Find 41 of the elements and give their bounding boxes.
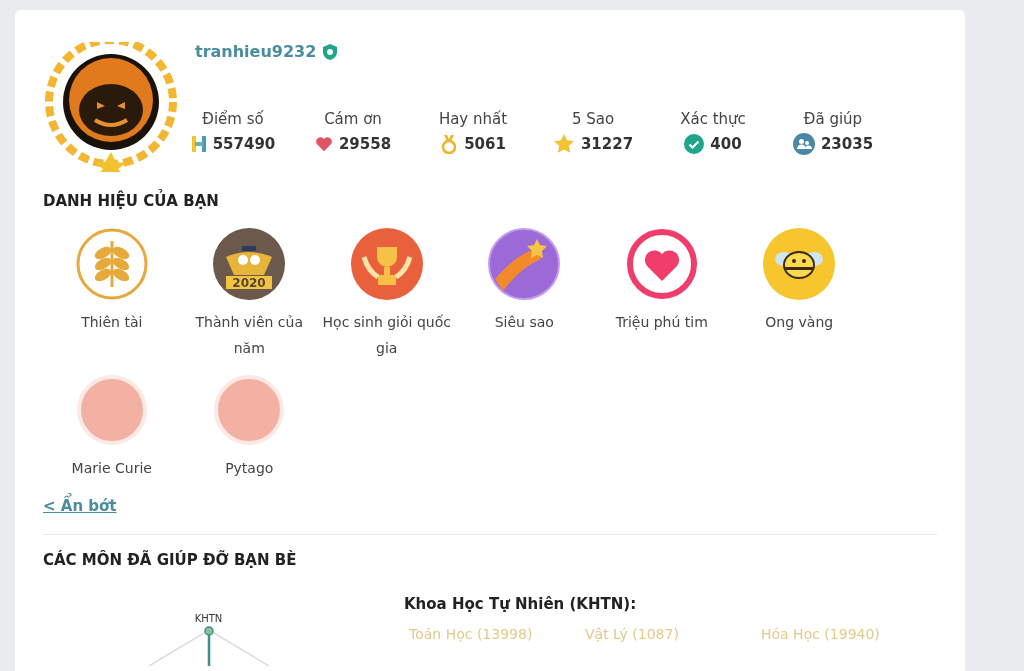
stat-value: 31227	[580, 133, 634, 155]
check-circle-icon	[684, 133, 705, 154]
username-link[interactable]: tranhieu9232	[195, 40, 317, 64]
stat-value: 557490	[212, 133, 276, 155]
stat-label: 5 Sao	[571, 109, 615, 130]
wheat-badge-icon	[74, 226, 149, 301]
section-heading: CÁC MÔN ĐÃ GIÚP ĐỠ BẠN BÈ	[43, 549, 298, 571]
stat-value: 5061	[464, 133, 506, 155]
stat-value: 400	[710, 133, 742, 155]
bee-badge-icon	[762, 226, 837, 301]
trophy-badge-icon	[349, 226, 424, 301]
people-icon	[792, 132, 815, 155]
badge-label: Triệu phú tim	[614, 312, 709, 332]
badge-label: Thiên tài	[80, 312, 144, 332]
tree-node-label: KHTN	[194, 612, 223, 626]
h-letter-icon	[190, 134, 207, 153]
subject-link[interactable]: Vật Lý (1087)	[585, 623, 761, 645]
section-heading: DANH HIỆU CỦA BẠN	[43, 190, 937, 213]
subject-link[interactable]: Hóa Học (19940)	[761, 623, 937, 645]
star-icon	[552, 133, 575, 155]
stat-label: Xác thực	[680, 109, 746, 130]
owl-badge-icon: 2020	[212, 226, 287, 301]
badge-label: Siêu sao	[493, 312, 555, 332]
badge-label: Marie Curie	[70, 458, 153, 478]
badge-label: Học sinh giỏi quốc gia	[321, 312, 452, 358]
collapse-link[interactable]: < Ẩn bớt	[43, 494, 117, 517]
shooting-star-badge-icon	[487, 226, 562, 301]
subject-link[interactable]: Toán Học (13998)	[409, 623, 585, 645]
badge-label: Pytago	[224, 458, 275, 478]
stat-label: Hay nhất	[438, 109, 508, 130]
medal-icon	[440, 133, 459, 154]
stat-label: Điểm số	[202, 109, 264, 130]
heart-icon	[314, 135, 333, 152]
stat-label: Cám ơn	[324, 109, 382, 130]
heart-badge-icon	[624, 226, 699, 301]
badge-label: Thành viên của năm	[194, 312, 304, 358]
stat-label: Đã giúp	[803, 109, 863, 130]
badge-label: Ong vàng	[764, 312, 835, 332]
stat-value: 23035	[820, 133, 874, 155]
stat-value: 29558	[338, 133, 392, 155]
subject-group-title: Khoa Học Tự Nhiên (KHTN):	[404, 594, 638, 615]
